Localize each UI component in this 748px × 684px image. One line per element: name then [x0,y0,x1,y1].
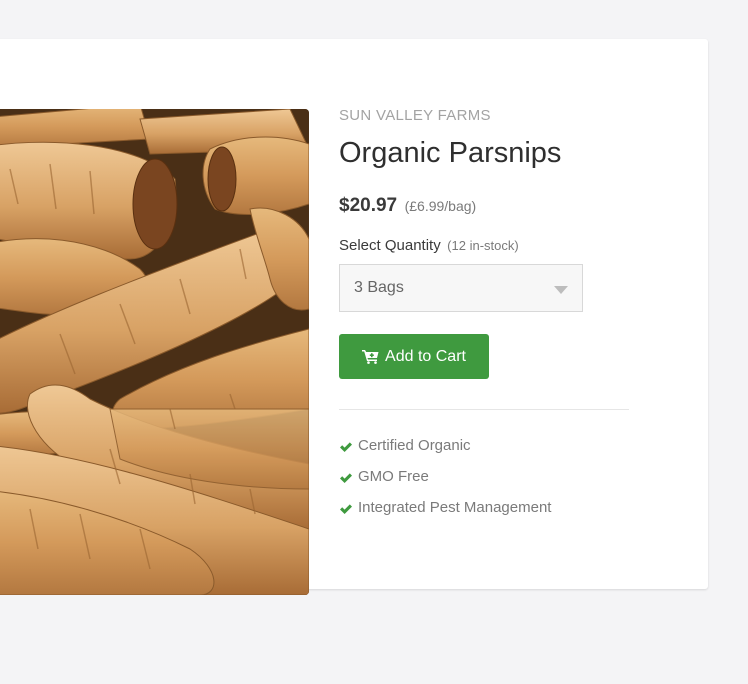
quantity-label-row: Select Quantity (12 in-stock) [339,237,519,255]
feature-item: Certified Organic [339,437,551,468]
price-row: $20.97 (£6.99/bag) [339,195,476,217]
feature-label: Integrated Pest Management [358,499,552,516]
unit-price: (£6.99/bag) [404,198,477,214]
quantity-selected-value: 3 Bags [354,279,404,296]
feature-list: Certified Organic GMO Free Integrated Pe… [339,437,551,530]
check-icon [340,442,352,452]
add-to-cart-button[interactable]: Add to Cart [339,334,489,379]
quantity-select[interactable]: 3 Bags [339,264,583,312]
brand-name: SUN VALLEY FARMS [339,107,491,124]
feature-label: Certified Organic [358,437,471,454]
quantity-label: Select Quantity [339,237,441,254]
feature-item: Integrated Pest Management [339,499,551,530]
caret-down-icon [554,286,568,294]
product-card: SUN VALLEY FARMS Organic Parsnips $20.97… [0,39,708,595]
check-icon [340,504,352,514]
product-price: $20.97 [339,195,398,216]
feature-label: GMO Free [358,468,429,485]
product-title: Organic Parsnips [339,137,562,169]
parsnips-photo [0,109,309,595]
stock-note: (12 in-stock) [447,238,519,253]
cart-icon [362,350,379,364]
divider [339,409,629,410]
feature-item: GMO Free [339,468,551,499]
add-to-cart-label: Add to Cart [385,347,466,365]
check-icon [340,473,352,483]
product-image [0,109,309,595]
